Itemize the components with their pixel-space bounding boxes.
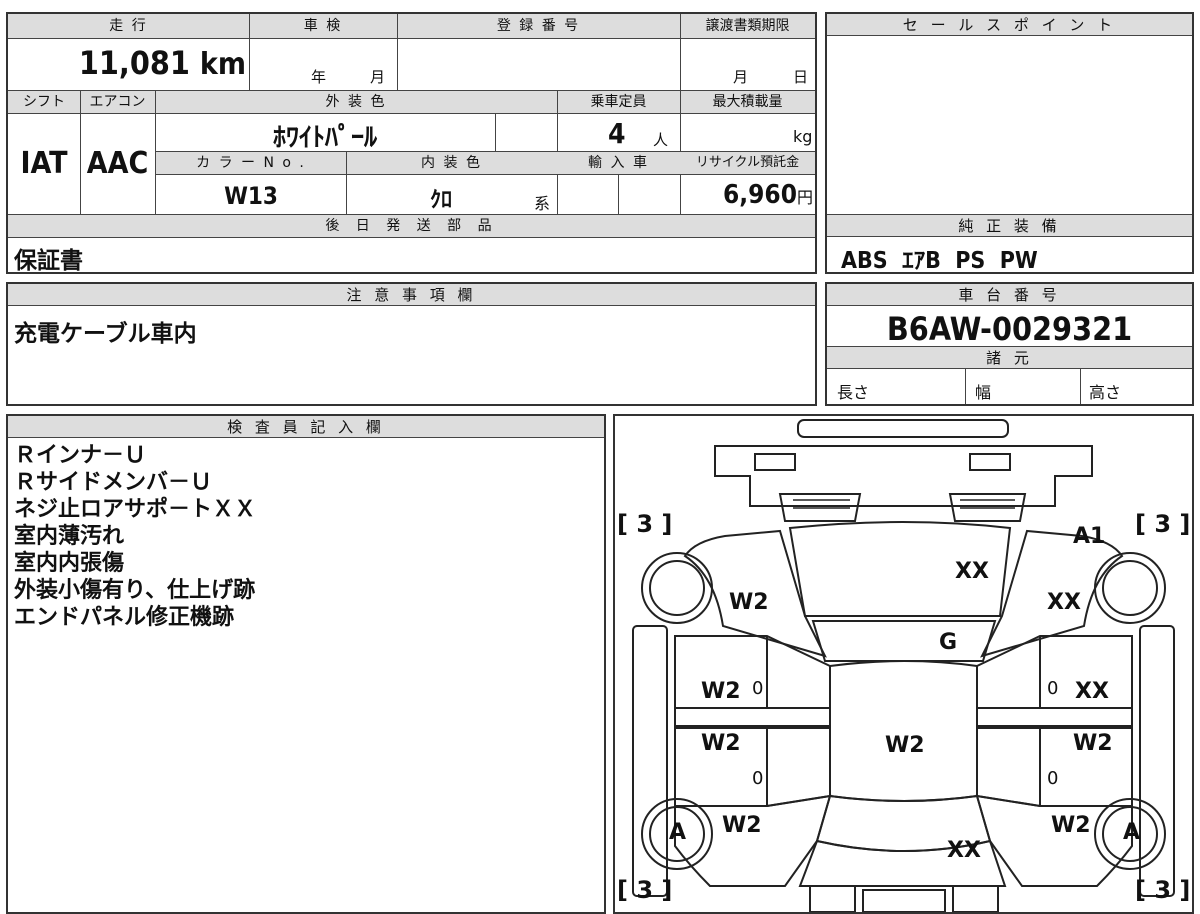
caution-label: 注 意 事 項 欄	[8, 284, 815, 306]
caution-value: 充電ケーブル車内	[14, 321, 197, 347]
mark-hood: XX	[955, 559, 989, 584]
genuine-equipment-value: ABS ｴｱB PS PW	[841, 248, 1038, 274]
mileage-value: 11,081 km	[8, 44, 246, 82]
mark-windshield: G	[939, 630, 958, 655]
inspector-note: 室内内張傷	[14, 551, 125, 576]
later-parts-value: 保証書	[14, 248, 83, 274]
inspector-note: Ｒインナ－Ｕ	[14, 443, 147, 468]
max-load-unit: kg	[793, 127, 813, 146]
recycle-fee-value: 6,960円	[680, 180, 813, 210]
mark-wheel-rear-right: A	[1123, 820, 1141, 845]
exterior-color-value: ﾎﾜｲﾄﾊﾟｰﾙ	[272, 123, 377, 153]
capacity-label: 乗車定員	[557, 91, 680, 113]
deadline-month-label: 月	[733, 68, 749, 86]
spec-length: 長さ	[837, 383, 870, 402]
car-outline	[632, 419, 1175, 912]
chassis-number: B6AW-0029321	[886, 310, 1133, 348]
mark-wheel-rear-left: A	[669, 820, 687, 845]
later-parts-label: 後 日 発 送 部 品	[8, 215, 815, 237]
damage-diagram: [ 3 ] [ 3 ] [ 3 ] [ 3 ] A1 XX W2 XX G W2…	[613, 414, 1194, 914]
recycle-fee-label: リサイクル預託金	[680, 152, 815, 174]
shift-label: シフト	[8, 91, 80, 113]
max-load-label: 最大積載量	[680, 91, 815, 113]
bracket-fr-value: 3	[1154, 510, 1172, 538]
inspector-note: ネジ止ロアサポ－トＸＸ	[14, 497, 257, 522]
color-no-value: W13	[224, 182, 278, 210]
sale-point-label: セ ー ル ス ポ イ ン ト	[827, 14, 1192, 36]
interior-color-value: ｸﾛ	[429, 188, 452, 213]
mark-door-front-left-zero: 0	[752, 678, 764, 699]
aircon-value: AAC	[86, 146, 149, 181]
inspector-notes-label: 検 査 員 記 入 欄	[8, 416, 604, 438]
genuine-equipment-label: 純 正 装 備	[827, 215, 1192, 237]
capacity-value: 4	[608, 117, 626, 150]
mark-door-front-left: W2	[701, 679, 741, 704]
inspector-notes-box: 検 査 員 記 入 欄 Ｒインナ－Ｕ Ｒサイドメンバ－Ｕ ネジ止ロアサポ－トＸＸ…	[6, 414, 606, 914]
color-no-label: カ ラ ー N o .	[156, 152, 346, 174]
capacity-unit: 人	[653, 131, 669, 149]
inspector-note: エンドパネル修正機跡	[14, 605, 235, 630]
spec-height: 高さ	[1089, 383, 1122, 402]
inspection-year-label: 年	[311, 68, 327, 86]
transfer-deadline-label: 譲渡書類期限	[680, 14, 815, 38]
caution-box: 注 意 事 項 欄 充電ケーブル車内	[6, 282, 817, 406]
import-label: 輸 入 車	[557, 152, 680, 174]
vehicle-spec-table: 走 行 車 検 登 録 番 号 譲渡書類期限 11,081 km 年 月 月 日…	[6, 12, 817, 274]
bracket-front-right: [ 3 ]	[1135, 510, 1191, 538]
aircon-label: エアコン	[80, 91, 155, 113]
mileage-unit: km	[199, 47, 246, 82]
spec-width: 幅	[975, 383, 992, 402]
interior-color-label: 内 装 色	[346, 152, 557, 174]
inspector-note: Ｒサイドメンバ－Ｕ	[14, 470, 213, 495]
mark-door-rear-right: W2	[1073, 731, 1113, 756]
shift-value: IAT	[20, 146, 68, 181]
bracket-fl-value: 3	[636, 510, 654, 538]
sale-point-box: セ ー ル ス ポ イ ン ト 純 正 装 備 ABS ｴｱB PS PW	[825, 12, 1194, 274]
interior-color-suffix: 系	[534, 194, 551, 213]
inspector-note: 外装小傷有り、仕上げ跡	[14, 578, 256, 603]
mark-quarter-left: W2	[722, 813, 762, 838]
mark-door-front-right: XX	[1075, 679, 1109, 704]
mileage-number: 11,081	[78, 44, 190, 82]
inspection-month-label: 月	[370, 68, 386, 86]
inspector-note: 室内薄汚れ	[14, 524, 125, 549]
exterior-color-label: 外 装 色	[155, 91, 557, 113]
specs-label: 諸 元	[827, 347, 1192, 369]
recycle-fee-unit: 円	[796, 188, 813, 207]
recycle-fee-number: 6,960	[722, 180, 797, 210]
bracket-front-left: [ 3 ]	[617, 510, 673, 538]
mark-quarter-right: W2	[1051, 813, 1091, 838]
mark-door-rear-left-zero: 0	[752, 768, 764, 789]
chassis-label: 車 台 番 号	[827, 284, 1192, 306]
mark-a1: A1	[1073, 524, 1106, 549]
inspector-notes-list: Ｒインナ－Ｕ Ｒサイドメンバ－Ｕ ネジ止ロアサポ－トＸＸ 室内薄汚れ 室内内張傷…	[14, 442, 256, 631]
mark-door-rear-right-zero: 0	[1047, 768, 1059, 789]
inspection-label: 車 検	[249, 14, 397, 38]
deadline-day-label: 日	[793, 68, 809, 86]
mark-trunk: XX	[947, 838, 981, 863]
mark-door-front-right-zero: 0	[1047, 678, 1059, 699]
mark-door-rear-left: W2	[701, 731, 741, 756]
mileage-label: 走 行	[8, 14, 249, 38]
mark-fender-right: XX	[1047, 590, 1081, 615]
chassis-box: 車 台 番 号 B6AW-0029321 諸 元 長さ 幅 高さ	[825, 282, 1194, 406]
mark-roof: W2	[885, 733, 925, 758]
registration-label: 登 録 番 号	[397, 14, 680, 38]
mark-fender-left: W2	[729, 590, 769, 615]
